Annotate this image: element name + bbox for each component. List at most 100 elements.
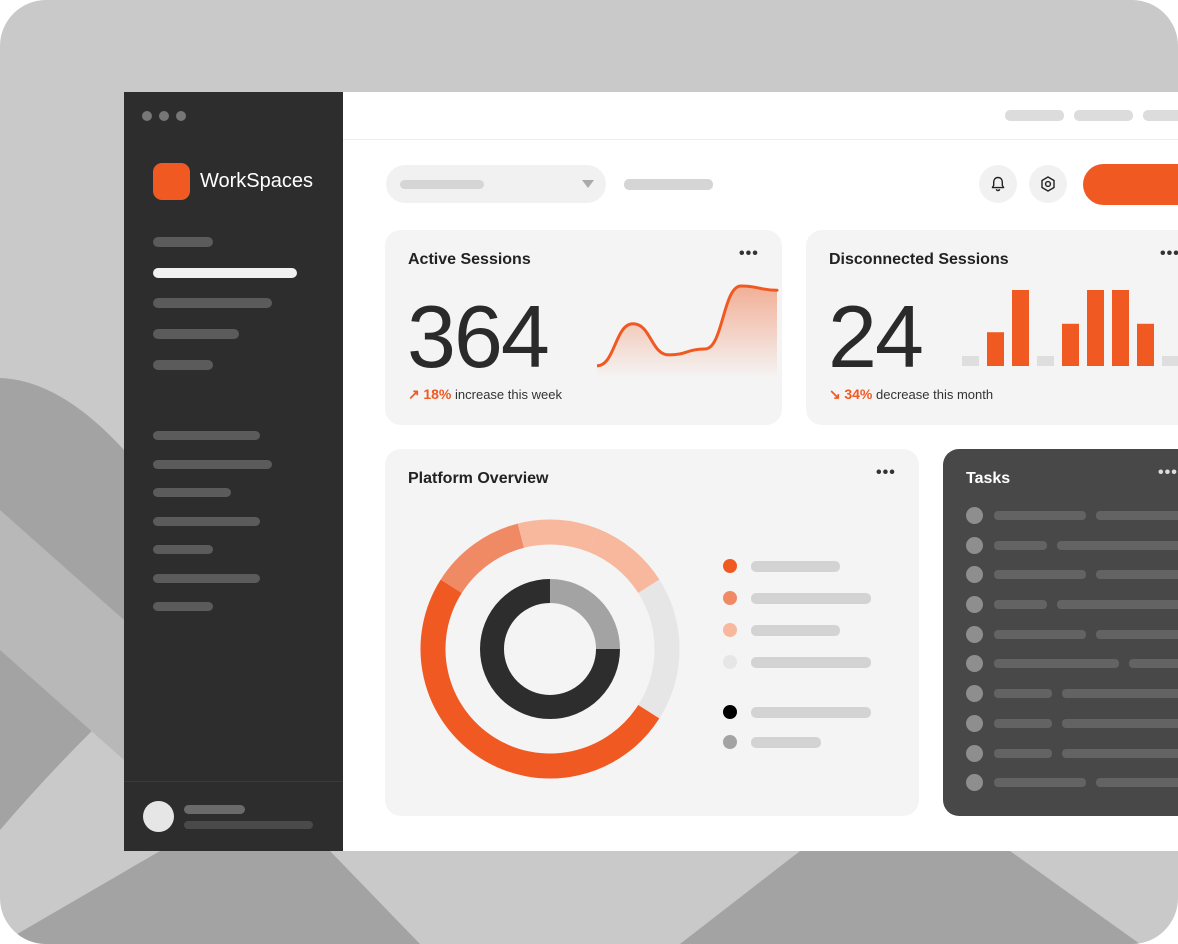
notifications-button[interactable] <box>979 165 1017 203</box>
card-title: Disconnected Sessions <box>829 251 1009 268</box>
brand-name: WorkSpaces <box>200 170 314 192</box>
task-checkbox[interactable] <box>966 537 983 554</box>
more-options-button[interactable]: ••• <box>1158 465 1178 481</box>
app-window: WorkSpaces Active Sessions ••• 364 ↗ 18%… <box>124 92 1178 851</box>
delta-text: decrease this month <box>876 387 994 402</box>
sidebar-item-4[interactable] <box>153 329 239 339</box>
legend-swatch <box>723 655 737 669</box>
task-label-placeholder <box>994 541 1047 550</box>
task-checkbox[interactable] <box>966 774 983 791</box>
task-checkbox[interactable] <box>966 626 983 643</box>
disconnected-sessions-bar-chart <box>962 290 1178 366</box>
task-checkbox[interactable] <box>966 566 983 583</box>
sidebar-subitem-2[interactable] <box>153 460 272 469</box>
task-checkbox[interactable] <box>966 655 983 672</box>
task-checkbox[interactable] <box>966 596 983 613</box>
window-maximize-dot[interactable] <box>176 111 186 121</box>
task-meta-placeholder <box>1057 600 1178 609</box>
top-nav-link-1[interactable] <box>1005 110 1064 121</box>
bar-5 <box>1062 323 1079 366</box>
top-nav-link-2[interactable] <box>1074 110 1133 121</box>
bar-2 <box>987 332 1004 366</box>
outer-ring-slice-4 <box>638 579 680 719</box>
sidebar-item-1[interactable] <box>153 237 213 247</box>
avatar[interactable] <box>143 801 174 832</box>
task-label-placeholder <box>994 749 1052 758</box>
top-nav-link-3[interactable] <box>1143 110 1178 121</box>
settings-button[interactable] <box>1029 165 1067 203</box>
legend-label-placeholder <box>751 561 840 572</box>
brand-logo <box>153 163 190 200</box>
disconnected-sessions-card: Disconnected Sessions ••• 24 ↘ 34% decre… <box>806 230 1178 425</box>
task-checkbox[interactable] <box>966 715 983 732</box>
outer-ring-slice-3 <box>588 528 660 594</box>
more-options-button[interactable]: ••• <box>1160 246 1178 262</box>
task-checkbox[interactable] <box>966 507 983 524</box>
bar-4 <box>1037 356 1054 366</box>
sidebar-subitem-6[interactable] <box>153 574 260 583</box>
task-meta-placeholder <box>1096 511 1178 520</box>
topbar-divider <box>343 139 1178 140</box>
bar-1 <box>962 356 979 366</box>
primary-action-button[interactable] <box>1083 164 1178 205</box>
task-meta-placeholder <box>1062 719 1178 728</box>
sidebar-subitem-7[interactable] <box>153 602 213 611</box>
workspace-dropdown[interactable] <box>386 165 606 203</box>
legend-label-placeholder <box>751 707 871 718</box>
breadcrumb[interactable] <box>624 179 713 190</box>
bar-9 <box>1162 356 1178 366</box>
bar-6 <box>1087 290 1104 366</box>
window-close-dot[interactable] <box>142 111 152 121</box>
disconnected-sessions-value: 24 <box>828 287 924 386</box>
delta-percent: 18% <box>423 386 452 402</box>
app-frame: WorkSpaces Active Sessions ••• 364 ↗ 18%… <box>0 0 1178 944</box>
sidebar-item-2-active[interactable] <box>153 268 297 278</box>
card-title: Platform Overview <box>408 470 549 487</box>
platform-overview-card: Platform Overview ••• <box>385 449 919 816</box>
disconnected-sessions-delta: ↘ 34% decrease this month <box>829 386 993 403</box>
legend-swatch <box>723 591 737 605</box>
more-options-button[interactable]: ••• <box>739 246 759 262</box>
tasks-card: Tasks ••• <box>943 449 1178 816</box>
task-meta-placeholder <box>1096 778 1178 787</box>
task-label-placeholder <box>994 570 1086 579</box>
chevron-down-icon <box>582 180 594 188</box>
active-sessions-delta: ↗ 18% increase this week <box>408 386 562 403</box>
task-meta-placeholder <box>1057 541 1178 550</box>
sidebar-subitem-3[interactable] <box>153 488 231 497</box>
task-label-placeholder <box>994 630 1086 639</box>
task-checkbox[interactable] <box>966 745 983 762</box>
task-meta-placeholder <box>1129 659 1178 668</box>
more-options-button[interactable]: ••• <box>876 465 896 481</box>
legend-swatch <box>723 623 737 637</box>
legend-label-placeholder <box>751 625 840 636</box>
sidebar-subitem-5[interactable] <box>153 545 213 554</box>
sidebar-item-5[interactable] <box>153 360 213 370</box>
platform-overview-donut-chart <box>420 519 680 779</box>
task-label-placeholder <box>994 719 1052 728</box>
bar-3 <box>1012 290 1029 366</box>
trend-down-icon: ↘ <box>829 386 841 402</box>
task-meta-placeholder <box>1062 689 1178 698</box>
sidebar-subitem-4[interactable] <box>153 517 260 526</box>
sidebar-item-3[interactable] <box>153 298 272 308</box>
sidebar: WorkSpaces <box>124 92 343 851</box>
task-label-placeholder <box>994 659 1119 668</box>
delta-percent: 34% <box>844 386 873 402</box>
legend-label-placeholder <box>751 657 871 668</box>
task-label-placeholder <box>994 778 1086 787</box>
legend-swatch <box>723 735 737 749</box>
outer-ring-slice-5 <box>420 579 660 779</box>
inner-ring-slice-1 <box>549 579 620 650</box>
line-chart-area <box>597 286 777 378</box>
outer-ring-slice-2 <box>517 519 598 552</box>
bar-8 <box>1137 323 1154 366</box>
delta-text: increase this week <box>455 387 562 402</box>
sidebar-divider <box>124 781 343 782</box>
active-sessions-line-chart <box>597 284 779 378</box>
task-checkbox[interactable] <box>966 685 983 702</box>
window-minimize-dot[interactable] <box>159 111 169 121</box>
window-controls <box>142 111 186 121</box>
outer-ring-slice-1 <box>440 523 525 594</box>
sidebar-subitem-1[interactable] <box>153 431 260 440</box>
